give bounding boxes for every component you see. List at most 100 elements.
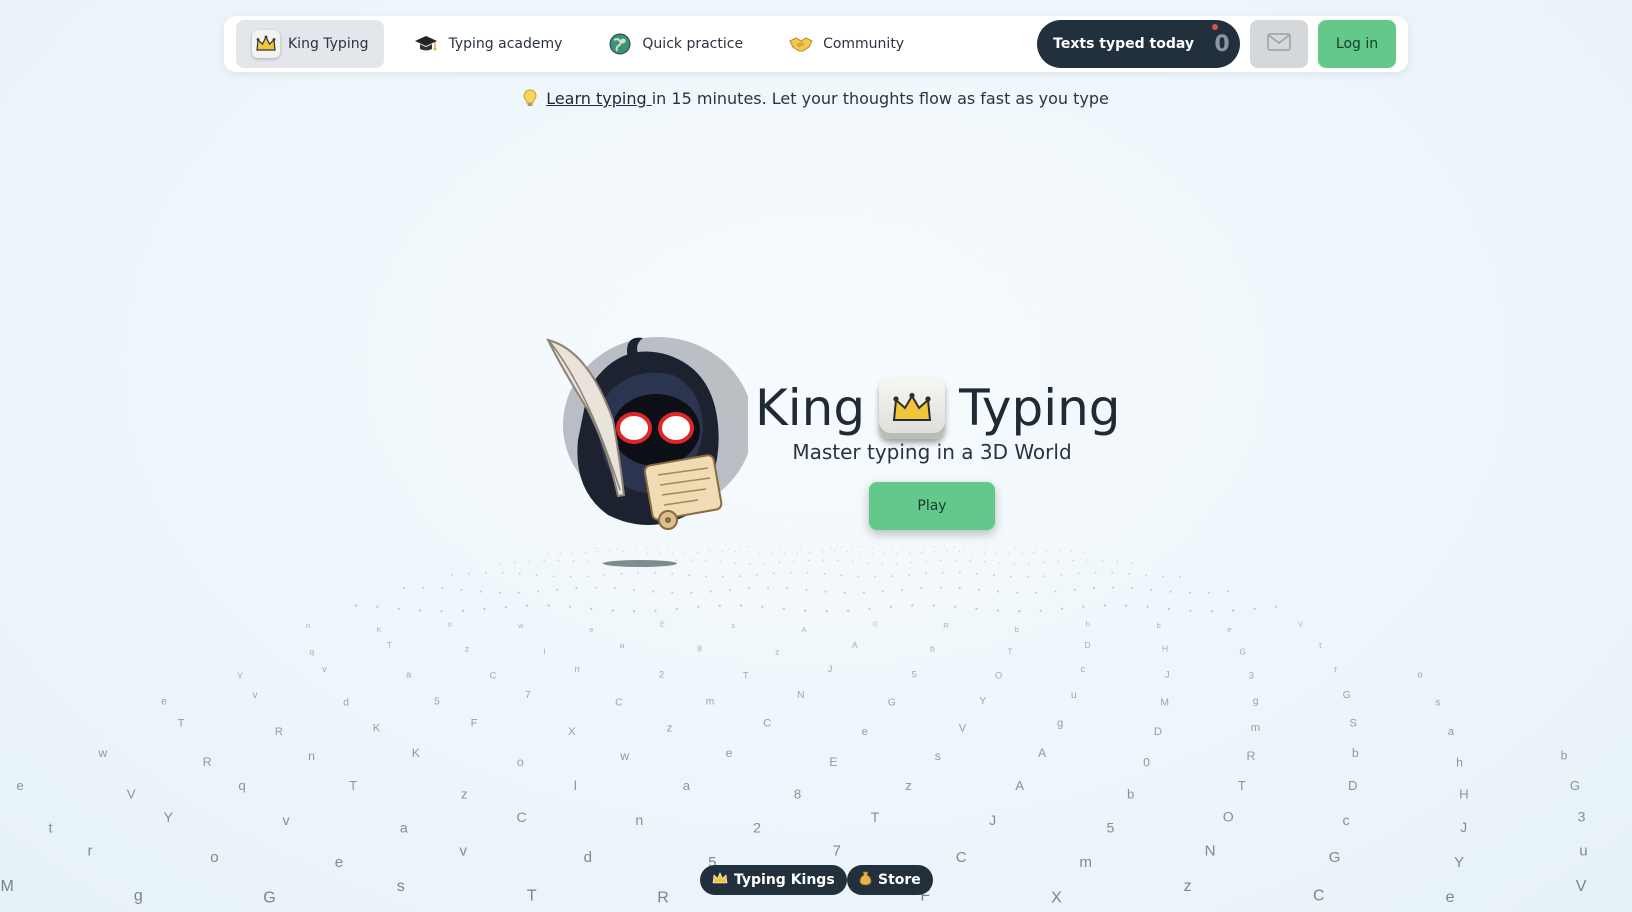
field-dot xyxy=(632,610,636,613)
field-dot xyxy=(755,573,758,576)
login-button[interactable]: Log in xyxy=(1318,20,1396,68)
field-letter: R xyxy=(1246,749,1255,763)
field-dot xyxy=(636,547,638,549)
field-dot xyxy=(460,588,463,591)
field-letter: s xyxy=(935,749,941,763)
field-letter: R xyxy=(657,889,669,906)
field-dot xyxy=(992,574,995,577)
globe-icon xyxy=(606,30,634,58)
field-dot xyxy=(556,588,559,591)
nav-item-king-typing[interactable]: King Typing xyxy=(236,20,385,68)
field-letter: 7 xyxy=(832,843,840,860)
field-letter: 5 xyxy=(434,696,440,707)
field-dot xyxy=(1232,609,1235,612)
field-letter: A xyxy=(852,640,858,650)
field-dot xyxy=(646,552,649,554)
texts-typed-label: Texts typed today xyxy=(1053,36,1194,52)
field-letter: N xyxy=(797,690,805,701)
field-dot xyxy=(868,607,871,611)
field-letter: h xyxy=(1086,619,1090,628)
nav-label: King Typing xyxy=(288,36,369,52)
field-letter: Y xyxy=(164,809,174,825)
field-dot xyxy=(1018,610,1021,613)
field-dot xyxy=(721,575,724,578)
field-letter: G xyxy=(1343,690,1351,701)
field-dot xyxy=(1150,588,1153,591)
nav-item-typing-academy[interactable]: Typing academy xyxy=(396,20,578,68)
field-letter: X xyxy=(568,726,576,738)
field-dot xyxy=(998,562,1001,564)
letter-field-background: n Ko w e E s A 0 Rb h b e Vq T z l a 8 z A b T D H Gt Yv a Cn 2 T J 5 Oc… xyxy=(1,546,1588,907)
field-dot xyxy=(675,559,678,562)
field-dot xyxy=(738,547,740,549)
field-dot xyxy=(804,609,807,612)
field-dot xyxy=(748,546,751,548)
field-letter: z xyxy=(1184,878,1192,895)
field-letter: v xyxy=(460,843,468,860)
field-dot xyxy=(892,548,894,550)
store-button[interactable]: Store xyxy=(847,865,933,895)
field-letter: w xyxy=(619,749,629,763)
field-dot xyxy=(1116,561,1119,563)
mail-button[interactable] xyxy=(1250,20,1308,68)
field-dot xyxy=(535,574,538,577)
field-dot xyxy=(1253,607,1256,610)
field-dot xyxy=(513,561,516,564)
field-dot xyxy=(498,591,501,594)
field-dot xyxy=(1020,552,1023,555)
mascot-shadow xyxy=(603,560,677,567)
field-dot xyxy=(954,559,957,561)
graduation-cap-icon xyxy=(412,30,440,58)
field-dot xyxy=(734,562,737,564)
field-dot xyxy=(1016,591,1019,594)
field-letter: b xyxy=(1127,787,1134,802)
money-bag-icon xyxy=(859,871,872,890)
nav-item-community[interactable]: Community xyxy=(771,20,920,68)
field-dot xyxy=(1189,609,1192,612)
learn-typing-link[interactable]: Learn typing xyxy=(546,89,652,108)
field-dot xyxy=(895,562,898,565)
field-dot xyxy=(671,591,674,594)
nav-item-quick-practice[interactable]: Quick practice xyxy=(590,20,759,68)
field-dot xyxy=(1083,551,1085,553)
field-dot xyxy=(908,552,911,555)
field-dot xyxy=(688,574,690,577)
field-letter: v xyxy=(322,664,327,675)
field-dot xyxy=(1101,559,1104,562)
field-letter: o xyxy=(210,849,218,866)
field-letter: T xyxy=(527,888,537,905)
field-dot xyxy=(862,591,865,594)
field-dot xyxy=(763,562,766,565)
field-letter: C xyxy=(489,671,496,682)
field-dot xyxy=(402,587,406,590)
field-dot xyxy=(825,610,828,613)
field-dot xyxy=(611,609,614,612)
field-letter: R xyxy=(943,621,949,630)
field-dot xyxy=(837,559,839,562)
field-dot xyxy=(984,561,986,563)
field-dot xyxy=(984,548,986,550)
field-dot xyxy=(851,560,854,563)
field-letter: w xyxy=(517,621,524,630)
field-letter: G xyxy=(1239,647,1246,657)
field-dot xyxy=(846,609,850,612)
lightbulb-icon xyxy=(523,89,542,108)
field-dot xyxy=(547,553,549,555)
field-letter: e xyxy=(1446,889,1455,906)
field-letter: c xyxy=(1081,664,1086,675)
field-dot xyxy=(782,607,786,610)
field-dot xyxy=(843,591,846,594)
field-dot xyxy=(1169,590,1172,593)
field-letter: C xyxy=(1313,888,1325,905)
play-button[interactable]: Play xyxy=(869,482,995,530)
field-dot xyxy=(800,548,802,550)
field-dot xyxy=(603,573,606,576)
field-letter: g xyxy=(1057,718,1063,730)
field-letter: a xyxy=(1448,726,1455,738)
typing-kings-button[interactable]: Typing Kings xyxy=(700,865,847,895)
field-dot xyxy=(983,552,986,554)
field-dot xyxy=(687,547,689,549)
texts-typed-today-button[interactable]: Texts typed today 0 xyxy=(1037,20,1240,68)
field-dot xyxy=(696,551,699,554)
field-dot xyxy=(805,588,808,591)
